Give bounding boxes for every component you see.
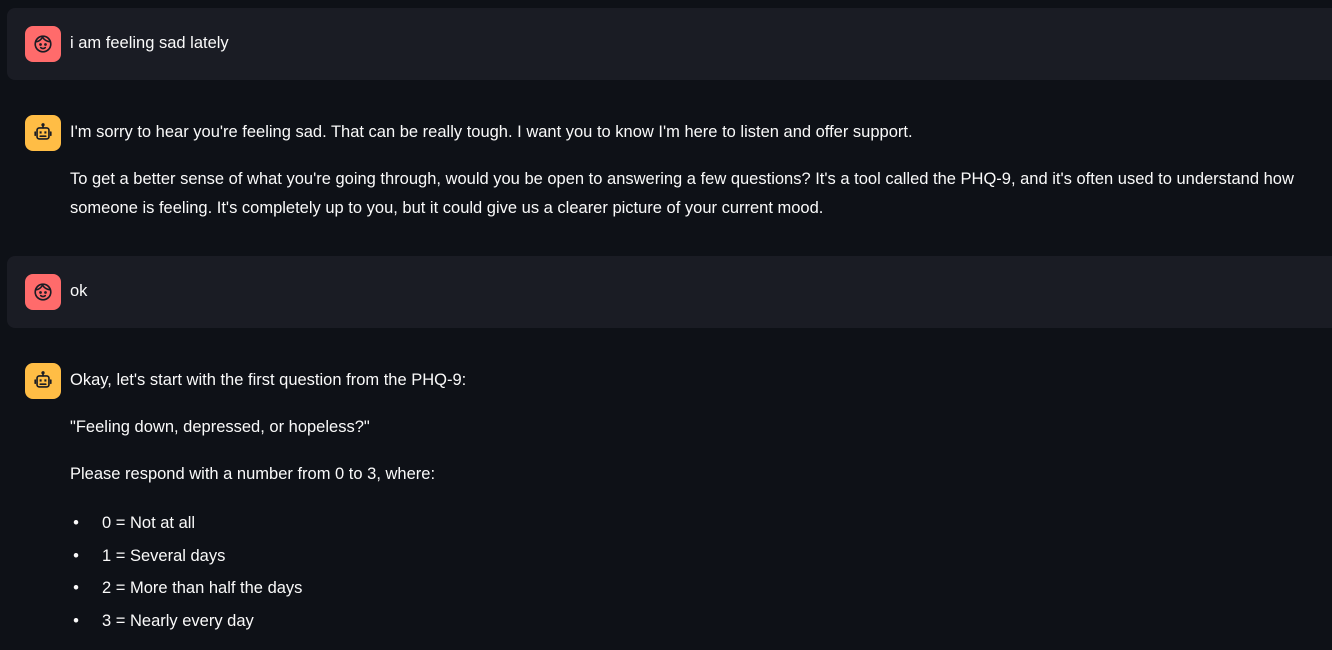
message-content: I'm sorry to hear you're feeling sad. Th… (70, 115, 1316, 223)
bullet-icon: • (73, 514, 79, 532)
list-item: • 1 = Several days (73, 540, 1316, 573)
assistant-avatar (25, 363, 61, 399)
message-content: ok (70, 274, 1316, 306)
list-item-text: 3 = Nearly every day (102, 611, 254, 630)
list-item-text: 0 = Not at all (102, 514, 196, 532)
message-text: Okay, let's start with the first questio… (70, 371, 467, 389)
list-item: • 0 = Not at all (73, 507, 1316, 540)
list-item: • 3 = Nearly every day (73, 605, 1316, 638)
user-avatar (25, 274, 61, 310)
chat-message-assistant: Okay, let's start with the first questio… (7, 345, 1332, 650)
user-face-icon (32, 33, 54, 55)
bullet-icon: • (73, 546, 79, 565)
robot-icon (32, 370, 54, 392)
message-text: ok (70, 282, 88, 300)
user-face-icon (32, 281, 54, 303)
list-item: • 2 = More than half the days (73, 572, 1316, 605)
bullet-icon: • (73, 579, 79, 597)
assistant-avatar (25, 115, 61, 151)
message-content: Okay, let's start with the first questio… (70, 363, 1316, 637)
chat-message-assistant: I'm sorry to hear you're feeling sad. Th… (7, 97, 1332, 237)
response-options-list: • 0 = Not at all • 1 = Several days • 2 = M… (70, 507, 1316, 637)
chat-message-user: ok (7, 256, 1332, 328)
chat-message-user: i am feeling sad lately (7, 8, 1332, 80)
message-text: "Feeling down, depressed, or hopeless?" (70, 418, 370, 436)
chat-container: i am feeling sad lately I'm sorry to hea… (0, 0, 1332, 650)
message-content: i am feeling sad lately (70, 26, 1316, 58)
message-text: I'm sorry to hear you're feeling sad. Th… (70, 123, 913, 141)
list-item-text: 1 = Several days (102, 546, 226, 565)
robot-icon (32, 122, 54, 144)
message-text: To get a better sense of what you're goi… (70, 170, 1294, 217)
bullet-icon: • (73, 611, 79, 630)
message-text: i am feeling sad lately (70, 34, 229, 52)
list-item-text: 2 = More than half the days (102, 579, 303, 597)
user-avatar (25, 26, 61, 62)
message-text: Please respond with a number from 0 to 3… (70, 465, 436, 483)
